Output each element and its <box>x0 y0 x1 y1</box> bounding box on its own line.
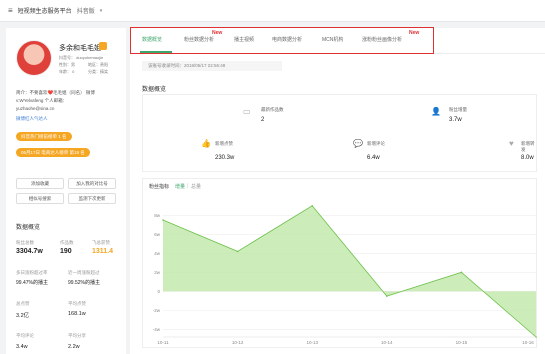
rank-tag-1[interactable]: 抖音热门榜前榜单 1 名 <box>16 132 72 141</box>
works-value: 190 <box>60 248 72 255</box>
data-point <box>236 250 239 253</box>
bio-line-3: yuzhaohe@sina.cn <box>16 106 55 111</box>
app-title: 短视频生态服务平台 <box>17 9 72 15</box>
main-panel: 数据概览 粉丝数据分析 New 播主视频 电商数据分析 MCN机构 涨粉粉丝画像… <box>130 28 545 354</box>
comment-icon: 💬 <box>353 139 363 148</box>
avg-share-label: 平均分享 <box>68 333 86 338</box>
x-tick-label: 10-11 <box>157 340 169 345</box>
y-tick-label: 4w <box>154 251 161 256</box>
new-comments-value: 6.4w <box>367 155 380 161</box>
fans-chart-box: 粉丝指标 增量 | 总量 8w 6w 4w 2w 0 -2w -4w 10-11 10-12 10… <box>142 178 537 348</box>
new-shares-label: 新增转发 <box>521 141 535 152</box>
avg-comment-label: 平均评论 <box>16 333 34 338</box>
video-icon: ▭ <box>243 107 251 116</box>
fans-area-chart: 8w 6w 4w 2w 0 -2w -4w 10-11 10-12 10-13 10-14 10-15… <box>153 204 537 345</box>
bio-line-1: 简介：不要喜欢❤️毛毛姐（同名） 微博 <box>16 90 95 95</box>
fans-incr-label: 粉丝增量 <box>449 107 467 112</box>
gender: 性别：男 <box>59 62 75 67</box>
user-icon: 👤 <box>431 107 441 116</box>
beat2-label: 近一周涨粉超过 <box>68 270 100 275</box>
beat1-label: 多日涨粉超过率 <box>16 270 48 275</box>
compare-button[interactable]: 加入我的对比号 <box>68 178 116 189</box>
menu-icon[interactable]: ≡ <box>8 6 13 15</box>
new-likes-label: 新增点赞 <box>215 141 233 146</box>
y-tick-label: 6w <box>154 232 161 237</box>
y-tick-label: 2w <box>154 270 161 275</box>
top-bar: ≡ 短视频生态服务平台 抖音版 ▾ <box>0 0 545 22</box>
new-shares-value: 8.0w <box>521 155 534 161</box>
avg-likes-value: 168.1w <box>68 311 86 317</box>
likes-value: 1311.4 <box>92 248 114 255</box>
similar-search-button[interactable]: 相似号搜索 <box>16 193 64 204</box>
region: 地区：贵阳 <box>88 62 108 67</box>
bio-line-2: v:WYelvafeng 个人邮箱： <box>16 98 68 103</box>
total-likes-value: 3.2亿 <box>16 313 30 319</box>
avg-likes-label: 平均点赞 <box>68 301 86 306</box>
y-tick-label: -2w <box>153 308 161 313</box>
metrics-card: ▭ 最新作品数 2 👤 粉丝增量 3.7w 👍 新增点赞 230.3w 💬 新增… <box>142 94 537 172</box>
x-tick-label: 10-13 <box>306 340 318 345</box>
avatar <box>16 40 52 76</box>
highlight-box <box>130 27 434 54</box>
chevron-down-icon[interactable]: ▾ <box>100 8 103 14</box>
x-tick-label: 10-15 <box>456 340 468 345</box>
data-point <box>386 295 388 297</box>
likes-label: 飞总获赞 <box>92 240 110 245</box>
beat1-value: 99.47%的播主 <box>16 280 48 286</box>
fans-value: 3304.7w <box>16 248 43 255</box>
works-label: 作品数 <box>60 240 74 245</box>
data-point <box>460 271 463 274</box>
x-tick-label: 10-16 <box>522 340 534 345</box>
fans-label: 粉丝总数 <box>16 240 34 245</box>
data-point <box>162 219 164 221</box>
main-section-title: 数据概览 <box>142 87 167 93</box>
monitor-button[interactable]: 监测下次更新 <box>68 193 116 204</box>
overview-title: 数据概览 <box>16 225 41 231</box>
area-fill <box>163 205 536 337</box>
thumbs-up-icon: 👍 <box>201 139 211 148</box>
y-tick-label: -4w <box>153 327 161 332</box>
platform-switch[interactable]: 抖音版 <box>77 6 95 15</box>
data-point <box>311 204 313 207</box>
beat2-value: 99.52%的播主 <box>68 280 100 286</box>
recent-works-value: 2 <box>261 117 265 123</box>
x-tick-label: 10-14 <box>381 340 393 345</box>
rank-tag-2[interactable]: 06月17日 电商达人榜单 第19 名 <box>16 148 90 157</box>
y-tick-label: 0 <box>157 289 160 294</box>
recent-works-label: 最新作品数 <box>261 107 284 112</box>
total-likes-label: 总点赞 <box>16 301 30 306</box>
verified-text: 微博红人气达人 <box>16 116 48 121</box>
new-comments-label: 新增评论 <box>367 141 385 146</box>
douyin-id: 抖音号： duoyuhemaojie <box>59 55 104 60</box>
fans-incr-value: 3.7w <box>449 117 462 123</box>
avg-share-value: 2.2w <box>68 344 80 350</box>
age: 年龄： 0 <box>59 69 75 74</box>
profile-panel: 多余和毛毛姐 抖音号： duoyuhemaojie 性别：男 地区：贵阳 年龄：… <box>6 28 126 354</box>
x-tick-label: 10-12 <box>232 340 244 345</box>
updated-time: 该账号收录时间：2018/05/17 22:56:48 <box>142 61 282 71</box>
verified-badge-icon <box>99 42 107 50</box>
industry: 分类：搞笑 <box>88 69 108 74</box>
avg-comment-value: 3.4w <box>16 344 28 350</box>
y-tick-label: 8w <box>154 213 161 218</box>
heart-icon: ♥ <box>509 139 514 148</box>
new-likes-value: 230.3w <box>215 155 235 161</box>
profile-name: 多余和毛毛姐 <box>59 45 101 52</box>
follow-button[interactable]: 添加收藏 <box>16 178 64 189</box>
